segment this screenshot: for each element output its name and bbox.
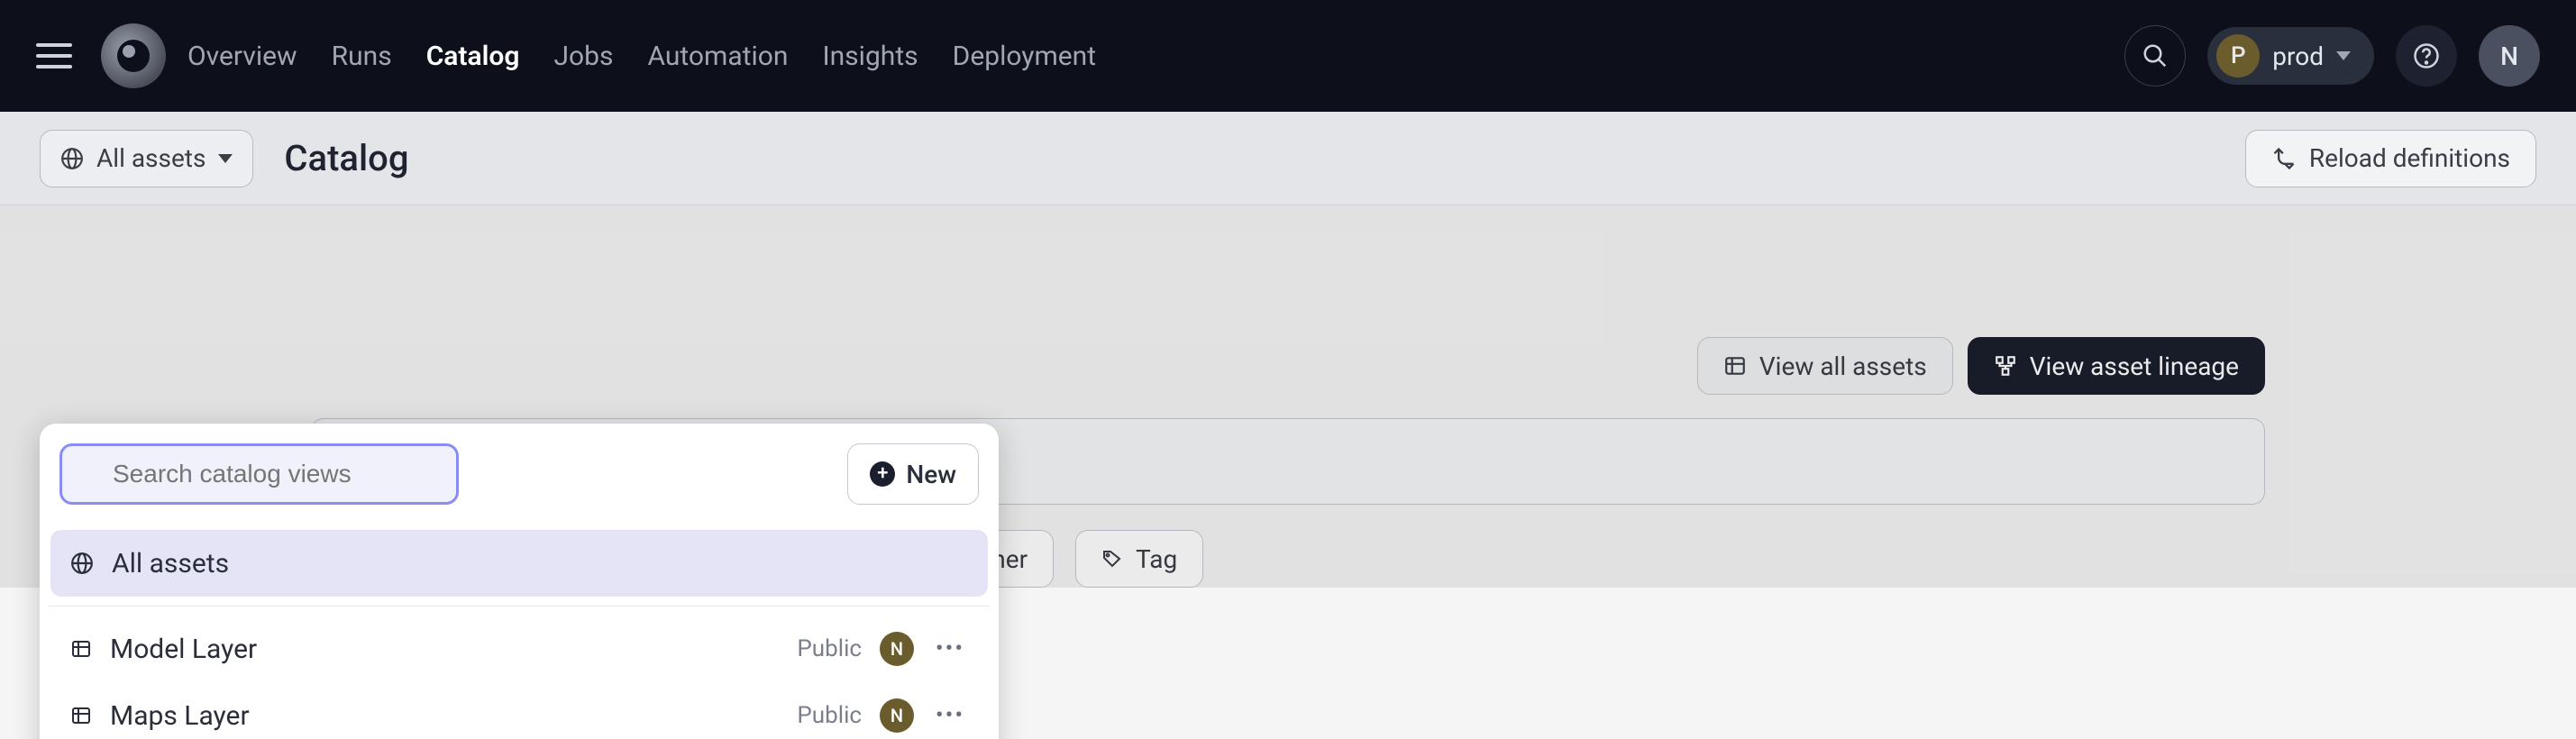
- globe-icon: [70, 552, 94, 575]
- top-nav: Overview Runs Catalog Jobs Automation In…: [0, 0, 2576, 112]
- view-scope-selector[interactable]: All assets: [40, 130, 253, 187]
- lineage-icon: [1994, 354, 2017, 378]
- catalog-views-search-input[interactable]: [59, 443, 459, 505]
- table-icon: [70, 705, 92, 726]
- visibility-label: Public: [797, 702, 862, 729]
- nav-runs[interactable]: Runs: [332, 41, 392, 72]
- new-view-button[interactable]: + New: [847, 443, 979, 505]
- catalog-views-list: All assets Model Layer Public N ••• Maps…: [49, 530, 990, 739]
- nav-jobs[interactable]: Jobs: [553, 41, 613, 72]
- more-menu-button[interactable]: •••: [932, 702, 968, 729]
- menu-icon[interactable]: [36, 34, 79, 78]
- catalog-views-popover: + New All assets Model Layer Public N ••…: [40, 424, 999, 739]
- user-avatar[interactable]: N: [2479, 25, 2540, 87]
- view-scope-label: All assets: [96, 143, 206, 173]
- page-title: Catalog: [284, 137, 408, 179]
- reload-label: Reload definitions: [2309, 143, 2510, 173]
- nav-insights[interactable]: Insights: [822, 41, 918, 72]
- view-all-assets-button[interactable]: View all assets: [1697, 337, 1953, 395]
- catalog-view-item[interactable]: Model Layer Public N •••: [50, 616, 988, 682]
- help-icon: [2413, 42, 2440, 69]
- chevron-down-icon: [2336, 51, 2351, 60]
- tag-icon: [1101, 548, 1123, 570]
- owner-avatar: N: [880, 632, 914, 666]
- catalog-view-all-assets[interactable]: All assets: [50, 530, 988, 597]
- nav-catalog[interactable]: Catalog: [426, 41, 520, 72]
- view-all-label: View all assets: [1759, 351, 1927, 381]
- nav-automation[interactable]: Automation: [647, 41, 788, 72]
- list-icon: [1723, 354, 1747, 378]
- environment-switcher[interactable]: P prod: [2207, 27, 2374, 85]
- env-label: prod: [2272, 41, 2324, 71]
- chevron-down-icon: [218, 154, 233, 163]
- table-icon: [70, 638, 92, 660]
- sub-header: All assets Catalog Reload definitions: [0, 112, 2576, 205]
- catalog-view-item[interactable]: Maps Layer Public N •••: [50, 682, 988, 739]
- filter-label: Tag: [1136, 544, 1177, 574]
- filter-tag[interactable]: Tag: [1075, 530, 1203, 588]
- nav-deployment[interactable]: Deployment: [953, 41, 1096, 72]
- view-lineage-label: View asset lineage: [2030, 351, 2239, 381]
- view-asset-lineage-button[interactable]: View asset lineage: [1968, 337, 2265, 395]
- view-label: Model Layer: [110, 634, 257, 665]
- divider: [49, 606, 990, 607]
- visibility-label: Public: [797, 635, 862, 662]
- nav-links: Overview Runs Catalog Jobs Automation In…: [187, 41, 1096, 72]
- globe-icon: [60, 147, 84, 170]
- env-badge: P: [2216, 34, 2260, 78]
- more-menu-button[interactable]: •••: [932, 635, 968, 662]
- plus-circle-icon: +: [870, 461, 895, 487]
- view-label: All assets: [112, 548, 229, 579]
- owner-avatar: N: [880, 698, 914, 733]
- app-logo[interactable]: [101, 23, 166, 88]
- new-label: New: [906, 460, 956, 489]
- reload-icon: [2271, 146, 2297, 171]
- view-label: Maps Layer: [110, 700, 250, 732]
- reload-definitions-button[interactable]: Reload definitions: [2245, 130, 2536, 187]
- search-icon: [2142, 42, 2169, 69]
- help-button[interactable]: [2396, 25, 2457, 87]
- nav-overview[interactable]: Overview: [187, 41, 297, 72]
- global-search-button[interactable]: [2124, 25, 2186, 87]
- main-area: View all assets View asset lineage Code …: [0, 205, 2576, 588]
